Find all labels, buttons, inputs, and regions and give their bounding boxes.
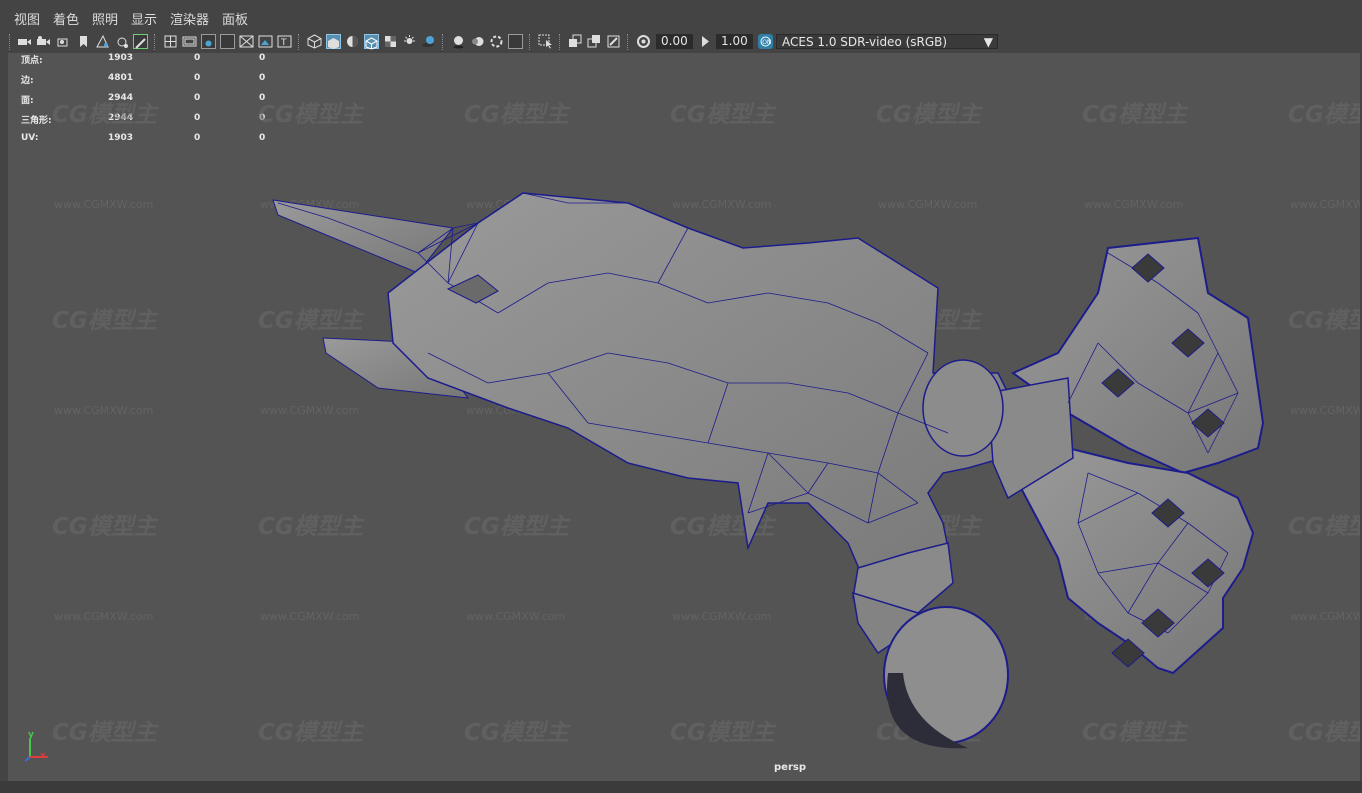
color-space-dropdown[interactable]: ACES 1.0 SDR-video (sRGB) ▼ [776,34,998,49]
xray-active-icon[interactable] [606,34,621,49]
menu-shading[interactable]: 着色 [53,13,79,29]
film-gate-icon[interactable] [182,34,197,49]
shadows-icon[interactable] [421,34,436,49]
gate-mask-icon[interactable] [220,34,235,49]
bookmark-icon[interactable] [76,34,91,49]
resolution-gate-icon[interactable] [201,34,216,49]
camera-attributes-icon[interactable] [36,34,51,49]
toolbar-separator [529,34,532,50]
field-chart-icon[interactable] [239,34,254,49]
axis-y-label: y [28,730,34,740]
safe-title-icon[interactable]: T [277,34,292,49]
smooth-shade-icon[interactable] [326,34,341,49]
flat-shade-icon[interactable] [345,34,360,49]
panel-menu-bar: 视图 着色 照明 显示 渲染器 面板 [0,0,1362,31]
image-plane-icon[interactable] [114,34,129,49]
ambient-occlusion-icon[interactable] [451,34,466,49]
wireframe-icon[interactable] [307,34,322,49]
menu-renderer[interactable]: 渲染器 [170,13,209,29]
grid-icon[interactable] [163,34,178,49]
image-plane-icon[interactable] [95,34,110,49]
camera-icon[interactable] [17,34,32,49]
toolbar-separator [559,34,562,50]
mesh-wireframe [272,192,1265,749]
menu-show[interactable]: 显示 [131,13,157,29]
menu-view[interactable]: 视图 [14,13,40,29]
lights-icon[interactable] [402,34,417,49]
toolbar-separator [442,34,445,50]
axis-x-label: x [40,751,46,761]
gamma-icon[interactable] [698,34,713,49]
menu-panels[interactable]: 面板 [222,13,248,29]
paint-tool-icon[interactable] [133,34,148,49]
xray-joints-icon[interactable] [587,34,602,49]
gamma-field[interactable]: 1.00 [716,34,753,49]
camera-name-label: persp [774,762,806,773]
wireframe-on-shaded-icon[interactable] [364,34,379,50]
textured-icon[interactable] [383,34,398,49]
motion-blur-icon[interactable] [470,34,485,49]
toolbar-separator [154,34,157,50]
perspective-viewport[interactable]: 顶点: 1903 0 0 边: 4801 0 0 面: 2944 0 0 三角形: 2944 0 0 UV: 19… [8,53,1360,781]
svg-text:T: T [280,38,287,48]
menu-lighting[interactable]: 照明 [92,13,118,29]
exposure-icon[interactable] [636,34,651,49]
depth-of-field-icon[interactable] [508,34,523,49]
maya-viewport-window: 视图 着色 照明 显示 渲染器 面板 T 0.00 1.00 ON ACES 1… [0,0,1362,793]
xray-icon[interactable] [568,34,583,49]
svg-text:ON: ON [762,39,771,46]
toolbar-separator [627,34,630,50]
color-management-icon[interactable]: ON [758,34,773,49]
toolbar-separator [298,34,301,50]
viewport-bottom-bar [0,781,1362,793]
safe-action-icon[interactable] [258,34,273,49]
camera-attributes-icon[interactable] [56,34,71,49]
dropdown-arrow-icon: ▼ [983,35,993,49]
anti-aliasing-icon[interactable] [489,34,504,49]
axis-gizmo [24,739,48,762]
toolbar-separator [9,34,12,50]
panel-toolbar: T 0.00 1.00 ON ACES 1.0 SDR-video (sRGB)… [0,31,1362,53]
exposure-field[interactable]: 0.00 [656,34,693,49]
isolate-select-icon[interactable] [538,34,553,49]
color-space-label: ACES 1.0 SDR-video (sRGB) [782,35,948,49]
scepter-mesh[interactable] [8,53,1360,781]
